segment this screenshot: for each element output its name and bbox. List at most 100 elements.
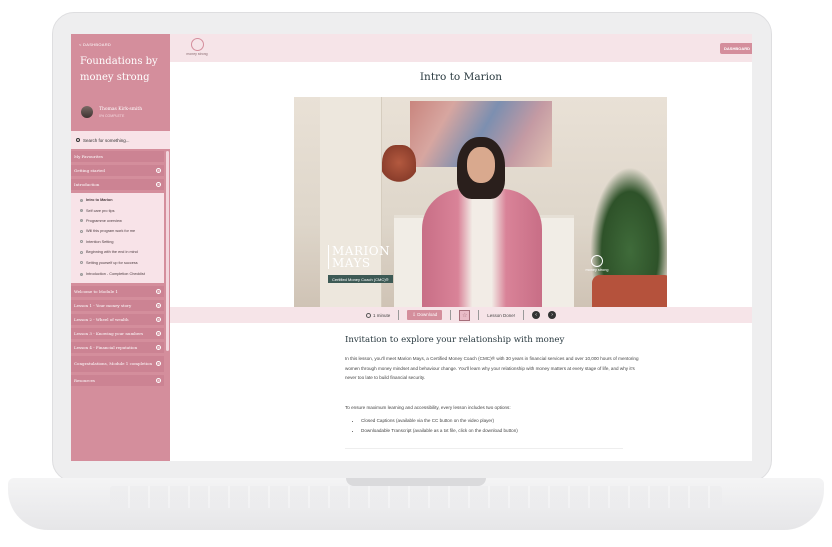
video-player[interactable]: MARION MAYS Certified Money Coach (CMC)®… [294,97,667,307]
sidebar-item-resources[interactable]: Resources + [71,374,164,386]
sidebar-item-lesson-2[interactable]: Lesson 2 - Wheel of wealth + [71,313,164,325]
accessibility-intro: To ensure maximum learning and accessibi… [345,404,511,410]
sidebar-lesson-will-this-work[interactable]: Will this program work for me [71,226,164,237]
status-dot-icon [80,240,83,244]
lesson-done-button[interactable]: Lesson Done! [487,313,515,318]
list-item: Downloadable Transcript (available as a … [361,426,645,436]
status-dot-icon [80,272,83,276]
lesson-label: Intro to Marion [86,198,113,203]
logo-text: money strong [186,52,208,56]
status-dot-icon [80,229,83,233]
sidebar-item-label: Getting started [74,168,105,173]
download-label: Download [417,312,438,317]
expand-icon[interactable]: + [156,302,161,308]
sidebar-item-favourites[interactable]: My Favourites [71,151,164,162]
dashboard-back-link[interactable]: < DASHBOARD [79,42,111,47]
divider [450,310,452,320]
sidebar-lesson-intro-to-marion[interactable]: Intro to Marion [71,195,164,206]
sidebar-item-introduction[interactable]: Introduction − [71,179,164,190]
sidebar-item-label: Introduction [74,182,100,187]
lesson-label: Intention Setting [86,239,114,244]
lesson-content: Invitation to explore your relationship … [345,335,645,436]
sidebar-item-label: Resources [74,377,95,383]
lesson-duration: 1 minute [365,312,391,318]
lesson-label: Self care pro tips [86,208,115,213]
next-lesson-icon[interactable]: › [548,311,557,319]
sidebar-lesson-checklist[interactable]: Introduction - Completion Checklist [71,267,164,281]
sidebar-lesson-success[interactable]: Setting yourself up for success [71,257,164,268]
introduction-lessons: Intro to Marion Self care pro tips Progr… [71,193,164,283]
divider [478,310,480,320]
sidebar-scrollbar[interactable] [166,151,169,351]
expand-icon[interactable]: + [156,288,161,294]
status-dot-icon [80,250,83,254]
dashboard-button[interactable]: DASHBOARD [720,43,752,54]
expand-icon[interactable]: + [156,330,161,336]
laptop-notch [346,478,486,486]
sidebar-item-label: Lesson 4 - Financial reputation [74,344,138,350]
status-dot-icon [80,219,83,223]
sidebar-item-label: My Favourites [74,154,103,159]
status-dot-icon [80,261,83,265]
favourite-star-icon[interactable]: ☆ [459,309,471,321]
video-scene-chair [592,275,667,307]
avatar [81,106,93,118]
divider [523,310,525,320]
sidebar-item-welcome-module-1[interactable]: Welcome to Module 1 + [71,285,164,297]
duration-label: 1 minute [372,312,391,318]
status-dot-icon [80,209,83,213]
logo-mark-icon [591,255,603,267]
sidebar-lesson-intention-setting[interactable]: Intention Setting [71,236,164,247]
laptop-screen: < DASHBOARD Foundations by money strong … [71,34,752,461]
top-bar: money strong DASHBOARD [170,34,752,62]
sidebar-item-label: Lesson 2 - Wheel of wealth [74,316,129,322]
expand-icon[interactable]: + [156,361,161,367]
expand-icon[interactable]: + [156,168,161,173]
sidebar-search [71,131,170,149]
previous-lesson-icon[interactable]: ‹ [532,311,541,319]
lesson-label: Beginning with the end in mind [86,250,138,255]
lesson-label: Will this program work for me [86,229,136,234]
expand-icon[interactable]: + [156,316,161,322]
sidebar-item-lesson-1[interactable]: Lesson 1 - Your money story + [71,299,164,311]
user-name: Thomas Kirk-smith [99,106,143,112]
video-presenter-face [467,147,495,183]
sidebar-lesson-programme-overview[interactable]: Programme overview [71,215,164,227]
video-name-plate: MARION MAYS [328,245,390,269]
lesson-controls: 1 minute ⇩ Download ☆ Lesson Done! ‹ › [170,307,752,323]
lesson-label: Setting yourself up for success [86,260,138,265]
course-sidebar: < DASHBOARD Foundations by money strong … [71,34,170,461]
video-scene-flowers [382,145,416,189]
money-strong-logo[interactable]: money strong [182,38,212,56]
video-presenter-body [422,189,542,307]
expand-icon[interactable]: + [156,344,161,350]
sidebar-item-lesson-3[interactable]: Lesson 3 - Knowing your numbers + [71,327,164,339]
sidebar-item-getting-started[interactable]: Getting started + [71,165,164,176]
lesson-label: Programme overview [86,218,122,223]
sidebar-item-label: Congratulations, Module 1 completion [74,361,153,367]
sidebar-item-label: Lesson 3 - Knowing your numbers [74,330,144,336]
sidebar-item-label: Welcome to Module 1 [74,288,118,294]
sidebar-lesson-self-care[interactable]: Self care pro tips [71,205,164,216]
collapse-icon[interactable]: − [156,182,161,187]
lesson-paragraph: In this lesson, you'll meet Marion Mays,… [345,356,639,381]
sidebar-nav: My Favourites Getting started + Introduc… [71,151,164,389]
lesson-label: Introduction - Completion Checklist [86,272,145,277]
content-divider [345,448,623,449]
search-input[interactable] [83,137,163,143]
sidebar-item-lesson-4[interactable]: Lesson 4 - Financial reputation + [71,341,164,353]
page-title: Intro to Marion [419,71,503,83]
search-icon [76,138,80,142]
video-watermark: money strong [584,255,610,272]
sidebar-lesson-end-in-mind[interactable]: Beginning with the end in mind [71,246,164,258]
clock-icon [365,312,371,318]
list-item: Closed Captions (available via the CC bu… [361,416,645,426]
sidebar-item-congratulations[interactable]: Congratulations, Module 1 completion + [71,355,164,372]
logo-mark-icon [190,38,204,51]
expand-icon[interactable]: + [156,377,161,383]
laptop-keyboard [110,486,722,508]
sidebar-item-label: Lesson 1 - Your money story [74,302,132,308]
video-name-caption: Certified Money Coach (CMC)® [328,275,393,283]
user-info: Thomas Kirk-smith 0% COMPLETE [81,106,142,118]
download-button[interactable]: ⇩ Download [407,310,443,320]
